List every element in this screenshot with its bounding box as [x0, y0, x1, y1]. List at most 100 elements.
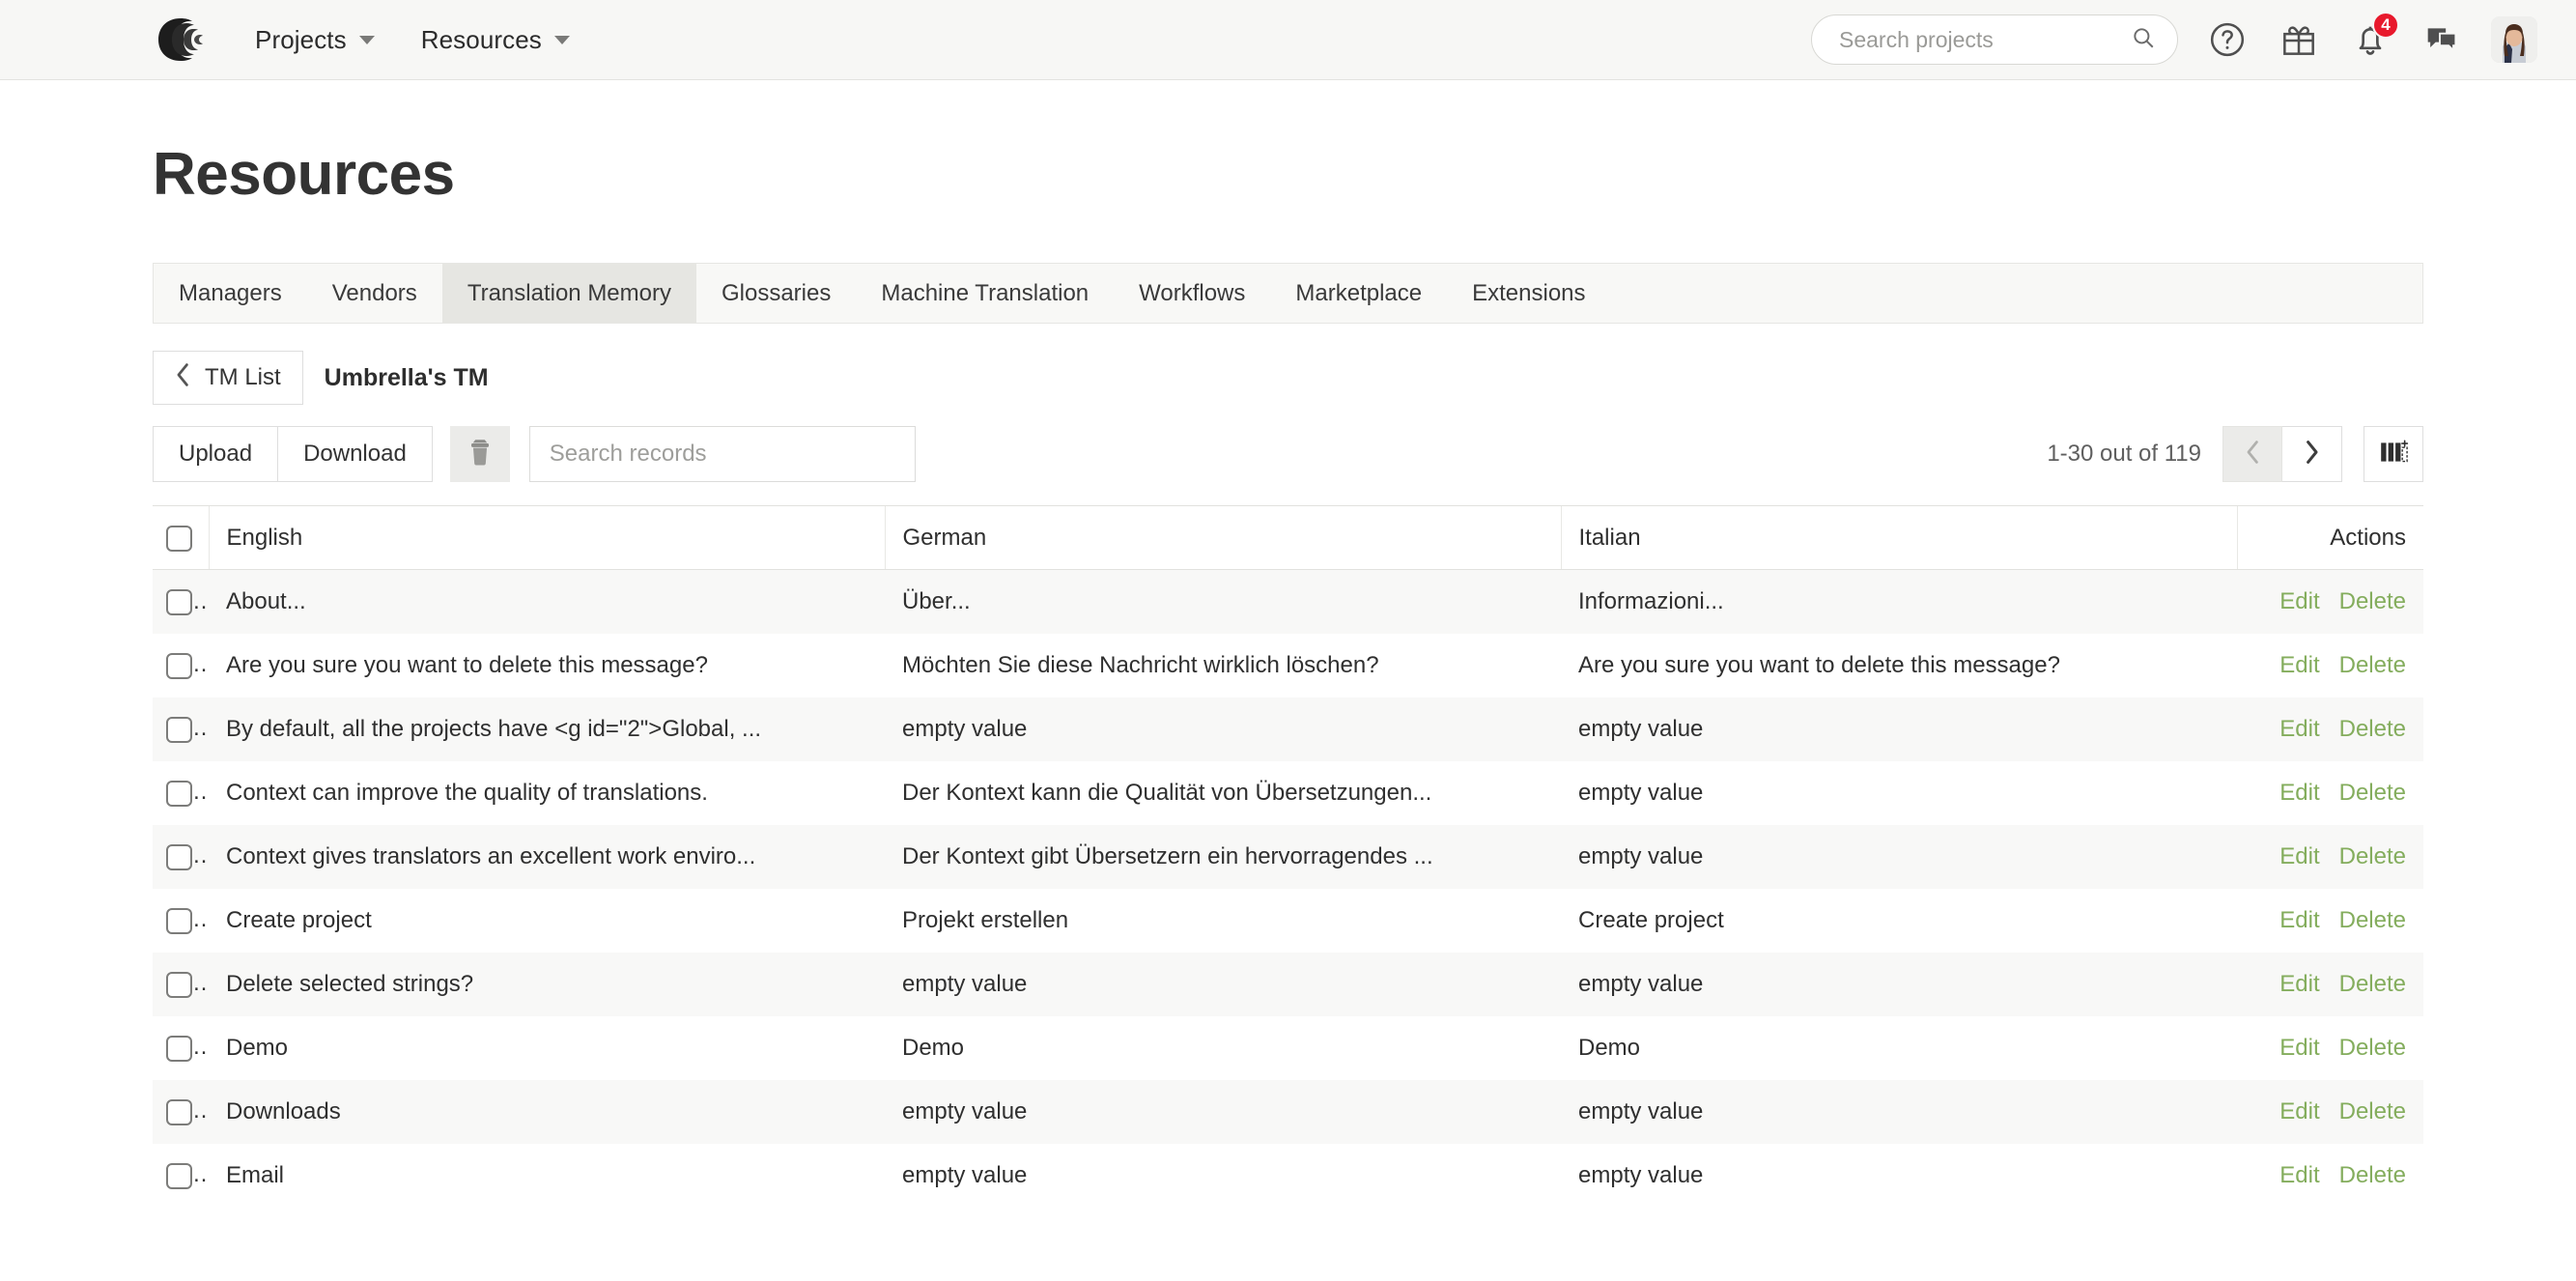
upload-button[interactable]: Upload [153, 426, 278, 482]
delete-link[interactable]: Delete [2339, 907, 2406, 933]
edit-link[interactable]: Edit [2279, 971, 2319, 997]
row-checkbox[interactable] [166, 781, 192, 807]
next-page-button[interactable] [2282, 426, 2342, 482]
table-row[interactable]: Emailempty valueempty valueEditDelete [153, 1144, 2423, 1208]
table-row[interactable]: Downloadsempty valueempty valueEditDelet… [153, 1080, 2423, 1144]
manage-columns-button[interactable] [2364, 426, 2423, 482]
tab-vendors[interactable]: Vendors [307, 264, 442, 323]
table-row[interactable]: Delete selected strings?empty valueempty… [153, 953, 2423, 1016]
notification-badge: 4 [2372, 12, 2399, 39]
edit-link[interactable]: Edit [2279, 907, 2319, 933]
italian-cell: empty value [1561, 1080, 2237, 1144]
tab-label: Extensions [1472, 280, 1585, 307]
english-cell: By default, all the projects have <g id=… [209, 697, 885, 761]
delete-link[interactable]: Delete [2339, 843, 2406, 869]
row-checkbox[interactable] [166, 589, 192, 615]
edit-link[interactable]: Edit [2279, 1035, 2319, 1061]
row-select-cell [153, 825, 209, 889]
prev-page-button[interactable] [2222, 426, 2282, 482]
nav-item-resources[interactable]: Resources [421, 25, 570, 55]
table-row[interactable]: About...Über...Informazioni...EditDelete [153, 570, 2423, 634]
edit-link[interactable]: Edit [2279, 716, 2319, 742]
row-checkbox[interactable] [166, 1163, 192, 1189]
delete-link[interactable]: Delete [2339, 716, 2406, 742]
row-actions-cell: Edit Delete [2237, 825, 2423, 889]
tab-workflows[interactable]: Workflows [1114, 264, 1270, 323]
table-row[interactable]: Context gives translators an excellent w… [153, 825, 2423, 889]
tab-marketplace[interactable]: Marketplace [1270, 264, 1447, 323]
top-navigation-bar: Projects Resources [0, 0, 2576, 80]
row-actions-cell: Edit Delete [2237, 634, 2423, 697]
global-search[interactable] [1811, 14, 2178, 65]
delete-link[interactable]: Delete [2339, 1098, 2406, 1124]
tab-label: Vendors [332, 280, 417, 307]
row-select-cell [153, 634, 209, 697]
search-projects-input[interactable] [1837, 26, 2131, 54]
edit-link[interactable]: Edit [2279, 1098, 2319, 1124]
chevron-left-icon [175, 362, 191, 394]
table-row[interactable]: DemoDemoDemoEditDelete [153, 1016, 2423, 1080]
gift-icon[interactable] [2277, 17, 2321, 62]
row-checkbox[interactable] [166, 972, 192, 998]
table-row[interactable]: Are you sure you want to delete this mes… [153, 634, 2423, 697]
english-cell: Delete selected strings? [209, 953, 885, 1016]
delete-link[interactable]: Delete [2339, 971, 2406, 997]
english-cell: Downloads [209, 1080, 885, 1144]
german-cell: Über... [885, 570, 1561, 634]
edit-link[interactable]: Edit [2279, 843, 2319, 869]
edit-link[interactable]: Edit [2279, 1162, 2319, 1188]
delete-link[interactable]: Delete [2339, 1162, 2406, 1188]
search-records-input[interactable] [548, 440, 897, 469]
table-row[interactable]: Create projectProjekt erstellenCreate pr… [153, 889, 2423, 953]
column-header-italian[interactable]: Italian [1561, 506, 2237, 570]
german-cell: Demo [885, 1016, 1561, 1080]
column-header-english[interactable]: English [209, 506, 885, 570]
delete-link[interactable]: Delete [2339, 652, 2406, 678]
tab-translation-memory[interactable]: Translation Memory [442, 264, 696, 323]
avatar[interactable] [2491, 16, 2537, 63]
page-container: Resources Managers Vendors Translation M… [0, 140, 2576, 1208]
row-select-cell [153, 1016, 209, 1080]
row-checkbox[interactable] [166, 1036, 192, 1062]
back-to-tm-list-button[interactable]: TM List [153, 351, 303, 405]
delete-records-button[interactable] [450, 426, 510, 482]
bell-icon[interactable]: 4 [2348, 17, 2392, 62]
row-checkbox[interactable] [166, 653, 192, 679]
edit-link[interactable]: Edit [2279, 780, 2319, 806]
delete-link[interactable]: Delete [2339, 780, 2406, 806]
delete-link[interactable]: Delete [2339, 1035, 2406, 1061]
german-cell: empty value [885, 697, 1561, 761]
edit-link[interactable]: Edit [2279, 652, 2319, 678]
delete-link[interactable]: Delete [2339, 588, 2406, 614]
table-row[interactable]: By default, all the projects have <g id=… [153, 697, 2423, 761]
table-row[interactable]: Context can improve the quality of trans… [153, 761, 2423, 825]
row-checkbox[interactable] [166, 908, 192, 934]
translation-memory-table: English German Italian Actions About...Ü… [153, 505, 2423, 1208]
nav-item-resources-label: Resources [421, 25, 542, 55]
search-records-field[interactable] [529, 426, 916, 482]
tab-label: Machine Translation [881, 280, 1089, 307]
messages-icon[interactable] [2420, 17, 2464, 62]
tab-label: Glossaries [722, 280, 831, 307]
tab-extensions[interactable]: Extensions [1447, 264, 1610, 323]
row-checkbox[interactable] [166, 717, 192, 743]
tab-managers[interactable]: Managers [154, 264, 307, 323]
column-header-german[interactable]: German [885, 506, 1561, 570]
upload-button-label: Upload [179, 441, 252, 468]
edit-link[interactable]: Edit [2279, 588, 2319, 614]
row-select-cell [153, 697, 209, 761]
back-button-label: TM List [205, 364, 281, 391]
crowdin-logo[interactable] [145, 11, 214, 69]
row-checkbox[interactable] [166, 844, 192, 870]
row-checkbox[interactable] [166, 1099, 192, 1125]
help-icon[interactable] [2205, 17, 2250, 62]
tab-machine-translation[interactable]: Machine Translation [856, 264, 1114, 323]
german-cell: Projekt erstellen [885, 889, 1561, 953]
select-all-checkbox[interactable] [166, 526, 192, 552]
tab-glossaries[interactable]: Glossaries [696, 264, 856, 323]
english-cell: About... [209, 570, 885, 634]
english-cell: Demo [209, 1016, 885, 1080]
nav-item-projects[interactable]: Projects [255, 25, 375, 55]
download-button[interactable]: Download [278, 426, 433, 482]
italian-cell: empty value [1561, 761, 2237, 825]
